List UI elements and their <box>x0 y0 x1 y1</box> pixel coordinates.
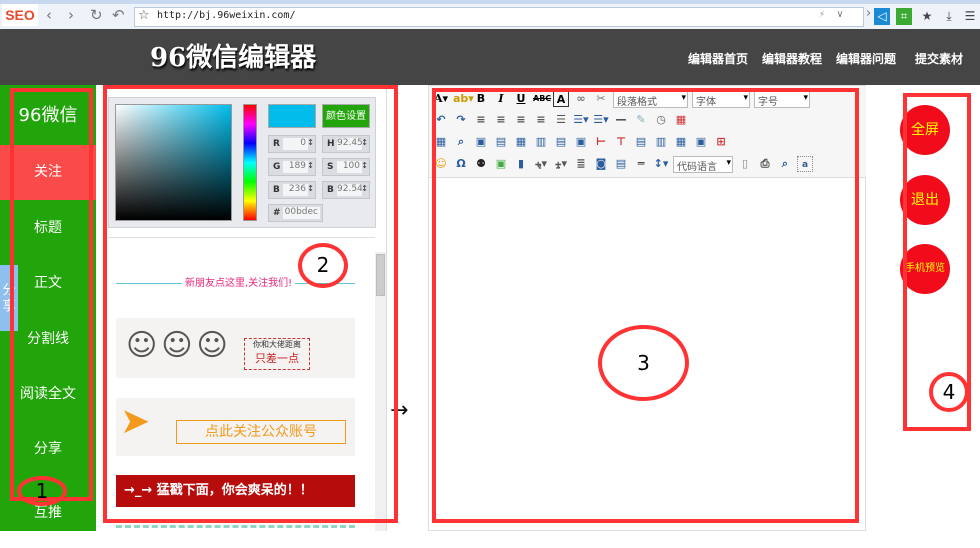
seo-badge[interactable]: SEO <box>2 4 38 26</box>
nav-tutorial[interactable]: 编辑器教程 <box>762 50 822 67</box>
annotation-label-2: 2 <box>298 243 348 288</box>
address-bar[interactable]: ☆ http://bj.96weixin.com/ ⚡ ∨ <box>134 7 864 27</box>
undo-icon[interactable]: ↶ <box>112 6 125 24</box>
menu-icon[interactable]: ☰ <box>962 8 978 25</box>
forward-icon[interactable]: › <box>68 6 74 24</box>
annotation-box-1 <box>10 88 93 501</box>
browser-toolbar: SEO ‹ › ↻ ↶ ☆ http://bj.96weixin.com/ ⚡ … <box>0 0 980 29</box>
star-icon[interactable]: ☆ <box>138 8 150 23</box>
speaker-icon[interactable]: ◁ <box>874 8 890 25</box>
download-icon[interactable]: ⤓ <box>941 8 957 25</box>
annotation-box-3 <box>432 88 859 523</box>
lightning-icon[interactable]: ⚡ <box>819 9 825 20</box>
nav-submit[interactable]: 提交素材 <box>915 50 963 67</box>
refresh-icon[interactable]: ↻ <box>90 6 103 24</box>
url-text: http://bj.96weixin.com/ <box>157 10 296 21</box>
back-icon[interactable]: ‹ <box>46 6 52 24</box>
chevron-right-icon[interactable]: › <box>866 6 871 21</box>
site-logo[interactable]: 96微信编辑器 <box>150 37 316 74</box>
nav-faq[interactable]: 编辑器问题 <box>836 50 896 67</box>
nav-home[interactable]: 编辑器首页 <box>688 50 748 67</box>
gallery-item-partial[interactable] <box>116 525 355 531</box>
annotation-box-2 <box>103 85 398 523</box>
crop-icon[interactable]: ⌗ <box>896 8 912 25</box>
annotation-label-1: 1 <box>17 476 67 506</box>
annotation-label-3: 3 <box>598 325 689 401</box>
annotation-label-4: 4 <box>929 372 969 412</box>
bookmark-icon[interactable]: ★ <box>919 8 935 25</box>
dropdown-icon[interactable]: ∨ <box>837 9 843 20</box>
site-header: 96微信编辑器 编辑器首页 编辑器教程 编辑器问题 提交素材 <box>0 29 980 85</box>
